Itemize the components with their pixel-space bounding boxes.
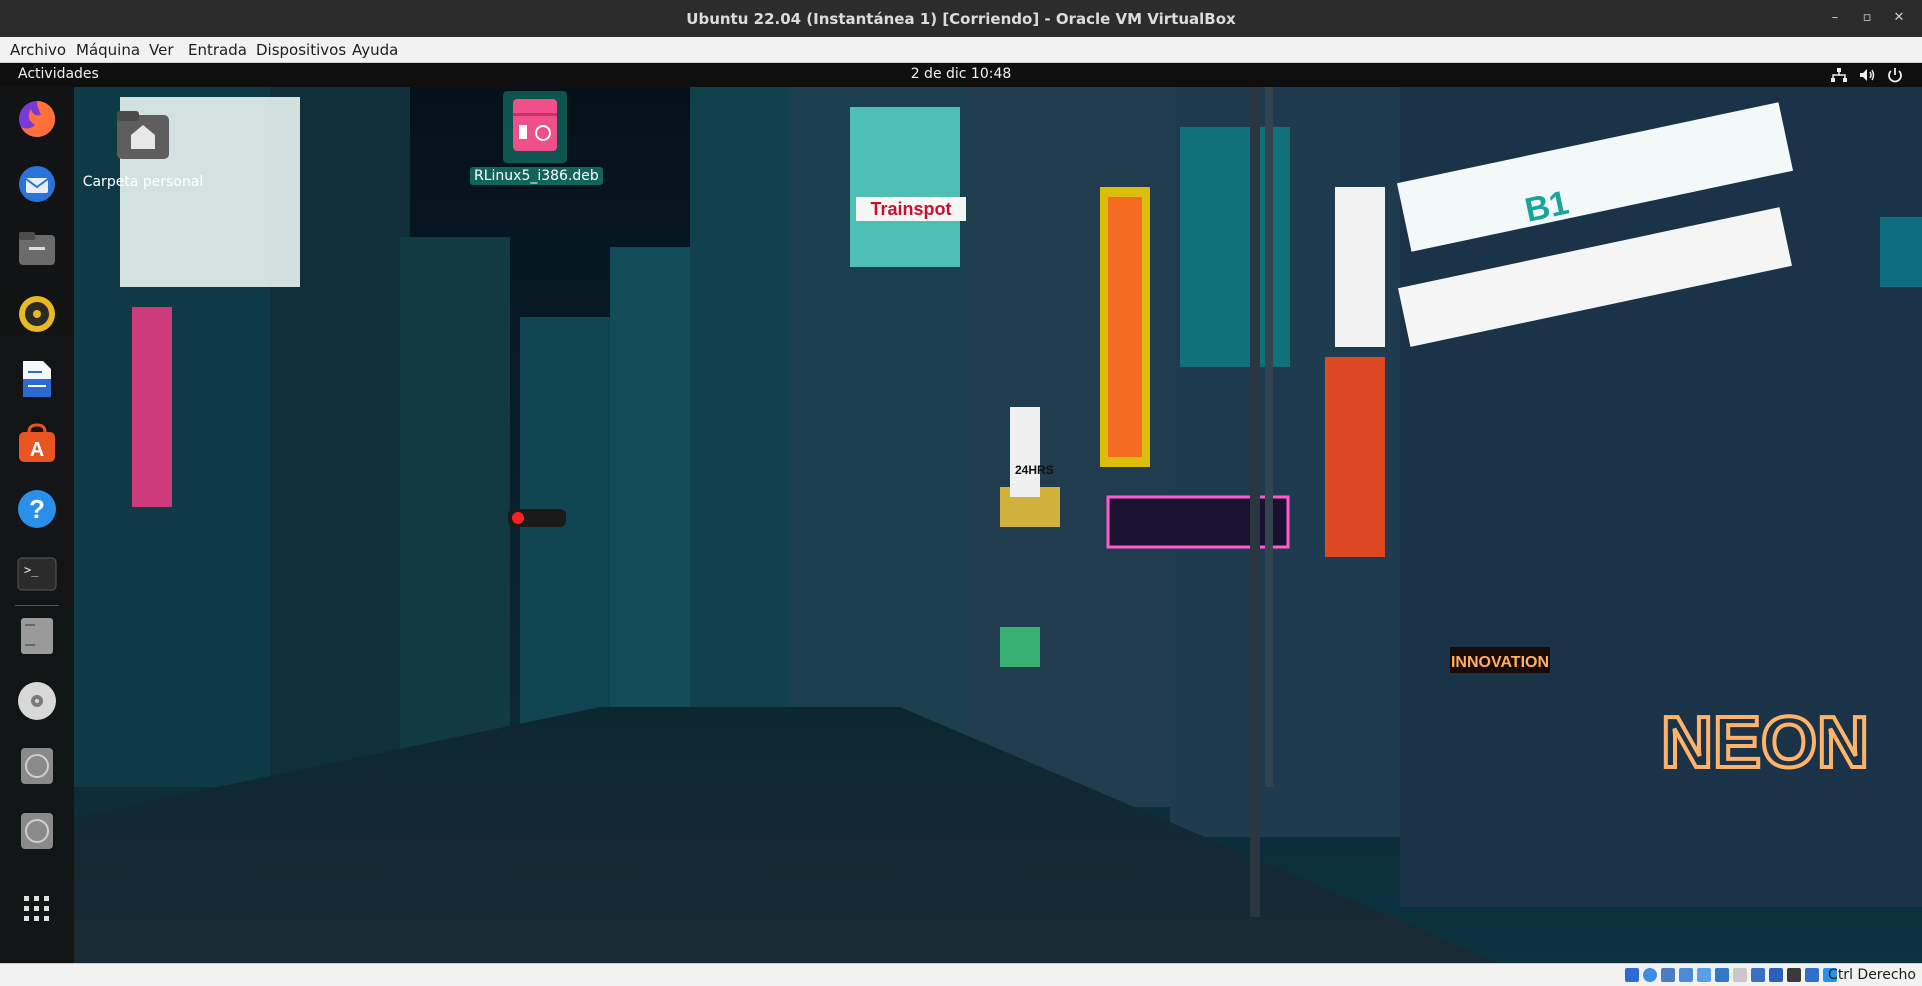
- files-icon[interactable]: [15, 227, 59, 271]
- svg-text:INNOVATION: INNOVATION: [1451, 654, 1549, 671]
- window-titlebar: Ubuntu 22.04 (Instantánea 1) [Corriendo]…: [0, 0, 1922, 37]
- shared-folders-status-icon[interactable]: [1715, 968, 1729, 982]
- clock[interactable]: 2 de dic 10:48: [0, 66, 1922, 82]
- statusbar: Ctrl Derecho: [0, 963, 1922, 986]
- desktop-icon-home[interactable]: Carpeta personal: [78, 105, 208, 191]
- vt-status-icon[interactable]: [1769, 968, 1783, 982]
- thunderbird-icon[interactable]: [15, 162, 59, 206]
- power-icon[interactable]: [1885, 65, 1905, 85]
- dock-separator: [15, 605, 59, 606]
- app-center-icon[interactable]: A: [15, 422, 59, 466]
- rhythmbox-icon[interactable]: [15, 292, 59, 336]
- menu-ver[interactable]: Ver: [149, 41, 174, 59]
- svg-text:A: A: [30, 439, 44, 461]
- desktop-icon-label: RLinux5_i386.deb: [470, 167, 603, 185]
- minimize-button[interactable]: –: [1824, 8, 1846, 28]
- cpu-status-icon[interactable]: [1787, 968, 1801, 982]
- firefox-icon[interactable]: [15, 97, 59, 141]
- network-status-icon[interactable]: [1679, 968, 1693, 982]
- network-icon[interactable]: [1829, 65, 1849, 85]
- host-key-label: Ctrl Derecho: [1828, 967, 1916, 983]
- mouse-integration-icon[interactable]: [1805, 968, 1819, 982]
- gnome-topbar: Actividades 2 de dic 10:48: [0, 63, 1922, 87]
- window-title: Ubuntu 22.04 (Instantánea 1) [Corriendo]…: [686, 10, 1236, 28]
- dock: A ? >_: [0, 87, 74, 963]
- hard-disk-status-icon[interactable]: [1625, 968, 1639, 982]
- svg-text:>_: >_: [24, 563, 39, 577]
- display-status-icon[interactable]: [1733, 968, 1747, 982]
- usb-status-icon[interactable]: [1697, 968, 1711, 982]
- menu-archivo[interactable]: Archivo: [10, 41, 66, 59]
- svg-text:Trainspot: Trainspot: [870, 199, 951, 219]
- maximize-button[interactable]: ▫: [1856, 8, 1878, 28]
- deb-package-icon: [513, 99, 557, 151]
- libreoffice-writer-icon[interactable]: [15, 357, 59, 401]
- desktop-icon-label: Carpeta personal: [82, 174, 204, 190]
- menu-dispositivos[interactable]: Dispositivos: [256, 41, 346, 59]
- dvd-icon[interactable]: [15, 679, 59, 723]
- svg-text:NEON: NEON: [1661, 703, 1869, 783]
- svg-text:24HRS: 24HRS: [1015, 463, 1054, 477]
- volume-icon[interactable]: [1857, 65, 1877, 85]
- menu-maquina[interactable]: Máquina: [76, 41, 140, 59]
- show-apps-icon[interactable]: [15, 887, 59, 931]
- menubar: Archivo Máquina Ver Entrada Dispositivos…: [0, 37, 1922, 63]
- city-scene: Trainspot B1 INNOVATION NEON 24HRS: [0, 87, 1922, 963]
- home-folder-icon: [117, 111, 169, 159]
- audio-status-icon[interactable]: [1661, 968, 1675, 982]
- optical-drive-icon[interactable]: [15, 744, 59, 788]
- desktop-icon-deb[interactable]: RLinux5_i386.deb: [470, 91, 603, 185]
- desktop-wallpaper: Trainspot B1 INNOVATION NEON 24HRS: [0, 87, 1922, 963]
- drive-icon[interactable]: [15, 614, 59, 658]
- close-button[interactable]: ✕: [1888, 8, 1910, 28]
- optical-status-icon[interactable]: [1643, 968, 1657, 982]
- optical-drive-2-icon[interactable]: [15, 809, 59, 853]
- menu-ayuda[interactable]: Ayuda: [352, 41, 398, 59]
- help-icon[interactable]: ?: [15, 487, 59, 531]
- svg-text:?: ?: [29, 494, 45, 524]
- menu-entrada[interactable]: Entrada: [188, 41, 247, 59]
- recording-status-icon[interactable]: [1751, 968, 1765, 982]
- terminal-icon[interactable]: >_: [15, 552, 59, 596]
- vm-display[interactable]: Trainspot B1 INNOVATION NEON 24HRS Activ…: [0, 63, 1922, 963]
